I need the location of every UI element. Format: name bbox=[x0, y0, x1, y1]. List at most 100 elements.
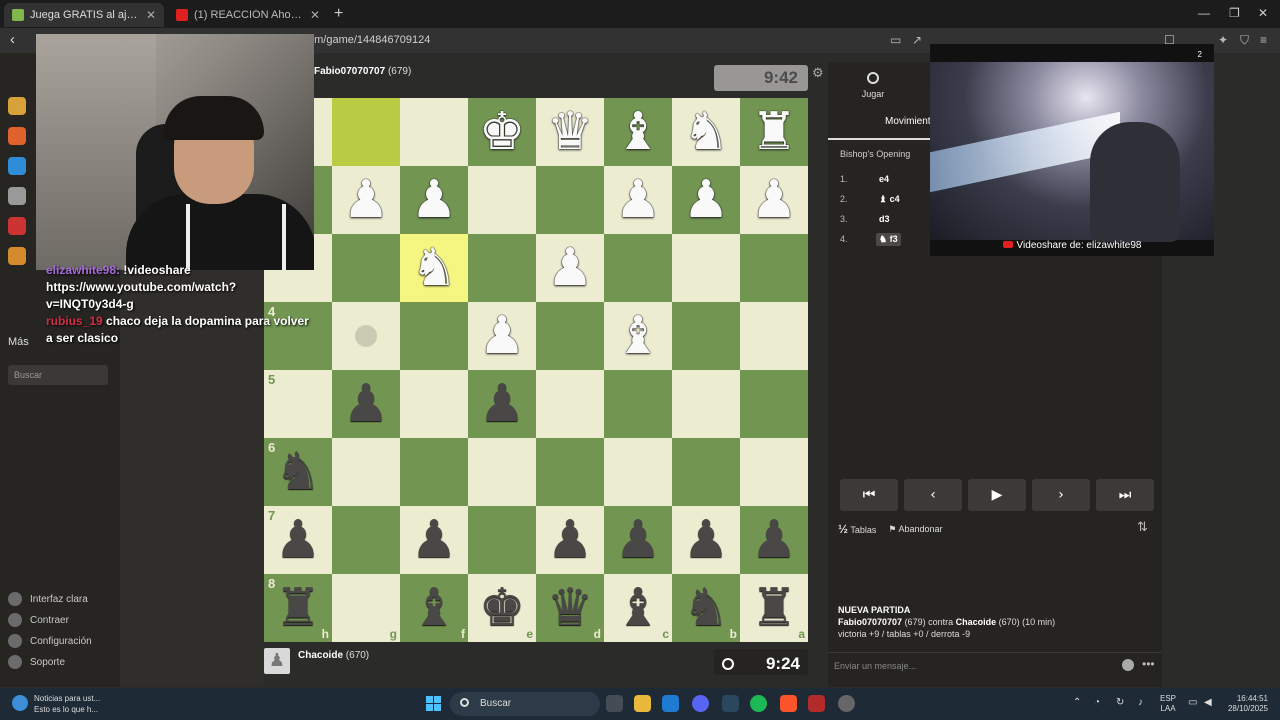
watch-icon[interactable] bbox=[8, 157, 26, 175]
white-pawn-piece[interactable]: ♟ bbox=[683, 174, 730, 226]
url-text[interactable]: om/game/144846709124 bbox=[308, 34, 430, 46]
white-pawn-piece[interactable]: ♟ bbox=[751, 174, 798, 226]
black-pawn-piece[interactable]: ♟ bbox=[615, 514, 662, 566]
bottom-player-name[interactable]: Chacoide bbox=[298, 650, 343, 661]
social-icon[interactable] bbox=[8, 217, 26, 235]
board-square[interactable]: d ♛ bbox=[536, 574, 604, 642]
board-square[interactable] bbox=[672, 302, 740, 370]
board-square[interactable] bbox=[672, 438, 740, 506]
black-pawn-piece[interactable]: ♟ bbox=[547, 514, 594, 566]
board-square[interactable]: ♟ bbox=[332, 166, 400, 234]
board-square[interactable] bbox=[604, 234, 672, 302]
display-icon[interactable]: ▭ bbox=[1188, 697, 1197, 708]
mic-icon[interactable]: ♪ bbox=[1138, 697, 1143, 708]
board-square[interactable]: ♟ bbox=[604, 166, 672, 234]
board-square[interactable] bbox=[468, 506, 536, 574]
white-knight-piece[interactable]: ♞ bbox=[411, 242, 458, 294]
black-pawn-piece[interactable]: ♟ bbox=[275, 514, 322, 566]
board-square[interactable] bbox=[332, 302, 400, 370]
cast-icon[interactable]: ▭ bbox=[890, 33, 901, 47]
black-bishop-piece[interactable]: ♝ bbox=[615, 582, 662, 634]
support-item[interactable]: Soporte bbox=[8, 655, 65, 669]
language-indicator[interactable]: ESP LAA bbox=[1160, 694, 1176, 714]
move-san[interactable]: e4 bbox=[876, 173, 892, 185]
black-knight-piece[interactable]: ♞ bbox=[275, 446, 322, 498]
discord-icon[interactable] bbox=[692, 695, 709, 712]
shield-icon[interactable]: ⛉ bbox=[1240, 33, 1249, 48]
black-pawn-piece[interactable]: ♟ bbox=[479, 378, 526, 430]
black-knight-piece[interactable]: ♞ bbox=[683, 582, 730, 634]
brave-icon[interactable] bbox=[780, 695, 797, 712]
board-square[interactable] bbox=[604, 438, 672, 506]
board-square[interactable]: ♟ bbox=[672, 506, 740, 574]
board-square[interactable]: c ♝ bbox=[604, 574, 672, 642]
board-square[interactable] bbox=[468, 166, 536, 234]
first-move-button[interactable]: ⏮ bbox=[840, 479, 898, 511]
opening-name[interactable]: Bishop's Opening bbox=[840, 149, 910, 159]
move-hint-dot[interactable] bbox=[355, 325, 377, 347]
white-pawn-piece[interactable]: ♟ bbox=[615, 174, 662, 226]
board-square[interactable]: ♟ bbox=[740, 166, 808, 234]
taskbar-search[interactable]: Buscar bbox=[450, 692, 600, 716]
player-avatar[interactable]: ♟ bbox=[264, 648, 290, 674]
board-square[interactable] bbox=[672, 370, 740, 438]
board-square[interactable] bbox=[740, 438, 808, 506]
board-square[interactable]: 6 ♞ bbox=[264, 438, 332, 506]
board-square[interactable]: 8 h ♜ bbox=[264, 574, 332, 642]
board-square[interactable]: ♟ bbox=[332, 370, 400, 438]
last-move-button[interactable]: ⏭ bbox=[1096, 479, 1154, 511]
board-square[interactable]: ♛ bbox=[536, 98, 604, 166]
board-square[interactable] bbox=[536, 166, 604, 234]
board-square[interactable]: f ♝ bbox=[400, 574, 468, 642]
white-bishop-piece[interactable]: ♝ bbox=[615, 106, 662, 158]
extensions-icon[interactable]: ✦ bbox=[1218, 33, 1228, 47]
tab-chess[interactable]: Juega GRATIS al ajedrez online - ✕ bbox=[4, 3, 164, 27]
black-bishop-piece[interactable]: ♝ bbox=[411, 582, 458, 634]
black-rook-piece[interactable]: ♜ bbox=[275, 582, 322, 634]
minimize-icon[interactable]: — bbox=[1198, 6, 1210, 20]
back-icon[interactable]: ‹ bbox=[10, 31, 15, 48]
white-pawn-piece[interactable]: ♟ bbox=[343, 174, 390, 226]
black-queen-piece[interactable]: ♛ bbox=[547, 582, 594, 634]
board-square[interactable]: ♝ bbox=[604, 98, 672, 166]
settings-item[interactable]: Configuración bbox=[8, 634, 92, 648]
black-rook-piece[interactable]: ♜ bbox=[751, 582, 798, 634]
board-square[interactable] bbox=[400, 302, 468, 370]
board-square[interactable] bbox=[400, 98, 468, 166]
board-square[interactable]: ♟ bbox=[468, 370, 536, 438]
draw-button[interactable]: ½ Tablas bbox=[838, 522, 876, 536]
chess-board[interactable]: ♚ ♛ ♝ ♞ ♜ ♟ ♟ ♟ ♟ ♟ ♞ ♟ 4 ♟ ♝ 5 ♟ ♟ 6 ♞ 7 ♟ ♟ ♟ ♟ ♟ ♟ 8 h ♜ g f ♝ e ♚ d ♛ c ♝ b… bbox=[264, 98, 808, 642]
system-clock[interactable]: 16:44:51 28/10/2025 bbox=[1222, 694, 1268, 714]
white-knight-piece[interactable]: ♞ bbox=[683, 106, 730, 158]
board-square[interactable] bbox=[604, 370, 672, 438]
site-search-input[interactable]: Buscar bbox=[8, 365, 108, 385]
white-pawn-piece[interactable]: ♟ bbox=[547, 242, 594, 294]
flip-board-icon[interactable]: ⇅ bbox=[1137, 520, 1148, 535]
move-san[interactable]: d3 bbox=[876, 213, 893, 225]
obs-icon[interactable] bbox=[808, 695, 825, 712]
board-square[interactable]: a ♜ bbox=[740, 574, 808, 642]
board-square[interactable] bbox=[332, 98, 400, 166]
board-square[interactable] bbox=[536, 302, 604, 370]
board-settings-icon[interactable]: ⚙ bbox=[812, 65, 824, 81]
file-explorer-icon[interactable] bbox=[634, 695, 651, 712]
more-link[interactable]: Más bbox=[8, 336, 29, 348]
board-square[interactable]: ♟ bbox=[400, 506, 468, 574]
volume-icon[interactable]: ◀ bbox=[1204, 697, 1212, 708]
share-icon[interactable]: ↗ bbox=[912, 33, 922, 47]
puzzle-icon[interactable] bbox=[8, 97, 26, 115]
windows-start-icon[interactable] bbox=[426, 696, 441, 711]
close-window-icon[interactable]: ✕ bbox=[1258, 6, 1268, 20]
board-square[interactable] bbox=[332, 234, 400, 302]
board-square[interactable]: ♚ bbox=[468, 98, 536, 166]
board-square[interactable] bbox=[536, 370, 604, 438]
tab-close-icon[interactable]: ✕ bbox=[310, 8, 320, 22]
board-square[interactable] bbox=[536, 438, 604, 506]
move-san[interactable]: ♝ c4 bbox=[876, 193, 903, 206]
black-king-piece[interactable]: ♚ bbox=[479, 582, 526, 634]
board-square[interactable]: e ♚ bbox=[468, 574, 536, 642]
board-square[interactable] bbox=[400, 438, 468, 506]
learn-icon[interactable] bbox=[8, 127, 26, 145]
play-tab[interactable]: Jugar bbox=[858, 72, 888, 99]
spotify-icon[interactable] bbox=[750, 695, 767, 712]
